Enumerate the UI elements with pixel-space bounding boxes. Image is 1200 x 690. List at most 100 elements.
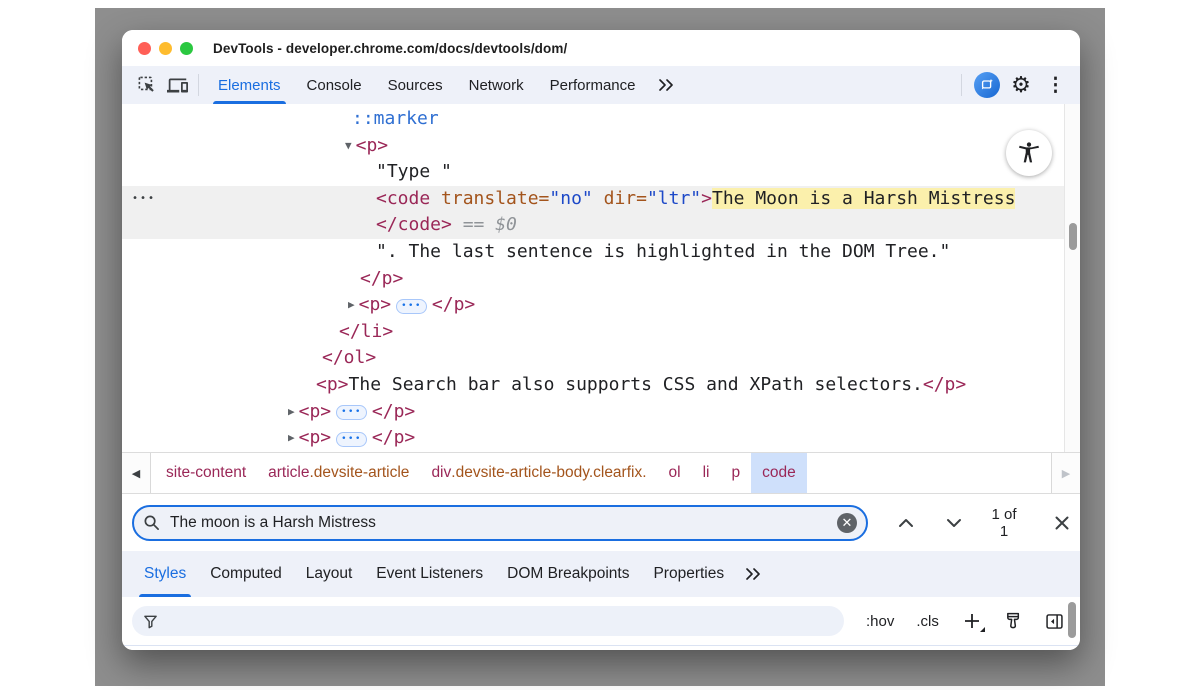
settings-button[interactable]: ⚙ xyxy=(1006,70,1036,100)
code-segment-val: "ltr" xyxy=(647,188,701,209)
close-button[interactable] xyxy=(138,42,151,55)
dom-tree-row[interactable]: •••<code translate="no" dir="ltr">The Mo… xyxy=(122,186,1065,213)
elements-dom-tree: ::marker▼<p>"Type "•••<code translate="n… xyxy=(122,104,1080,452)
breadcrumb-scroll-left-button[interactable]: ◀ xyxy=(122,453,151,493)
tab-network[interactable]: Network xyxy=(456,66,537,104)
overflow-chevron-icon xyxy=(744,567,762,581)
styles-tabs: StylesComputedLayoutEvent ListenersDOM B… xyxy=(132,551,736,597)
ai-assistant-button[interactable] xyxy=(972,70,1002,100)
minimize-button[interactable] xyxy=(159,42,172,55)
code-segment-dimi: $0 xyxy=(495,214,517,235)
breadcrumb-item[interactable]: p xyxy=(721,453,752,493)
clear-search-button[interactable]: ✕ xyxy=(837,513,857,533)
rendering-emulation-button[interactable] xyxy=(1003,611,1024,632)
code-segment-tag: </p> xyxy=(923,374,966,395)
code-segment-tri[interactable]: ▶ xyxy=(348,298,359,311)
search-field[interactable]: ✕ xyxy=(132,505,868,541)
code-segment-tri[interactable]: ▶ xyxy=(288,431,299,444)
device-toolbar-button[interactable] xyxy=(162,70,192,100)
dom-tree-row[interactable]: "Type " xyxy=(122,159,1065,186)
breadcrumb-item[interactable]: site-content xyxy=(155,453,257,493)
code-segment-tag: <p> xyxy=(299,401,332,422)
dom-tree-row[interactable]: ::marker xyxy=(122,106,1065,133)
dom-tree-row[interactable]: ". The last sentence is highlighted in t… xyxy=(122,239,1065,266)
chevron-right-icon: ▶ xyxy=(1062,467,1070,480)
inspect-button[interactable] xyxy=(132,70,162,100)
tab-sources[interactable]: Sources xyxy=(375,66,456,104)
chevron-up-icon xyxy=(898,518,914,528)
clear-icon: ✕ xyxy=(842,516,853,529)
inspect-icon xyxy=(137,75,158,96)
toolbar-divider xyxy=(198,74,199,96)
tab-event-listeners[interactable]: Event Listeners xyxy=(364,551,495,597)
new-style-rule-button[interactable] xyxy=(961,610,983,632)
tab-dom-breakpoints[interactable]: DOM Breakpoints xyxy=(495,551,641,597)
dom-tree-row[interactable]: ▶<p> ••• </p> xyxy=(122,399,1065,426)
dom-tree-row[interactable]: </li> xyxy=(122,319,1065,346)
tab-properties[interactable]: Properties xyxy=(641,551,736,597)
code-segment-tag: </li> xyxy=(339,321,393,342)
more-panels-button[interactable] xyxy=(649,78,683,92)
tab-console[interactable]: Console xyxy=(294,66,375,104)
close-search-button[interactable] xyxy=(1054,515,1070,531)
previous-match-button[interactable] xyxy=(898,518,914,528)
styles-filter-bar: :hov .cls xyxy=(122,597,1080,646)
breadcrumb-item[interactable]: article.devsite-article xyxy=(257,453,420,493)
tab-elements[interactable]: Elements xyxy=(205,66,294,104)
dom-tree-row[interactable]: </code> == $0 xyxy=(122,212,1065,239)
dom-tree-row[interactable]: ▶<p> ••• </p> xyxy=(122,292,1065,319)
dom-tree-row[interactable]: </ol> xyxy=(122,345,1065,372)
code-segment-tag: </p> xyxy=(432,294,475,315)
styles-filter-input[interactable] xyxy=(166,612,833,631)
accessibility-icon xyxy=(1016,140,1042,166)
expand-children-button[interactable]: ••• xyxy=(336,432,367,447)
dom-scrollbar-thumb[interactable] xyxy=(1069,223,1077,250)
breadcrumb: site-contentarticle.devsite-articlediv.d… xyxy=(151,453,1051,493)
styles-filter-field[interactable] xyxy=(132,606,844,636)
search-input[interactable] xyxy=(168,513,837,533)
breadcrumb-item[interactable]: code xyxy=(751,453,807,493)
toggle-element-state-button[interactable]: :hov xyxy=(866,613,894,630)
more-options-button[interactable]: ⋮ xyxy=(1040,70,1070,100)
tab-layout[interactable]: Layout xyxy=(294,551,365,597)
dom-tree-row[interactable]: ▼<p> xyxy=(122,133,1065,160)
code-segment-attr: translate= xyxy=(430,188,549,209)
code-segment-tri[interactable]: ▶ xyxy=(288,405,299,418)
next-match-button[interactable] xyxy=(946,518,962,528)
crumb-part: .devsite-article-body.clearfix. xyxy=(451,464,646,482)
breadcrumb-item[interactable]: ol xyxy=(658,453,692,493)
dom-search-bar: ✕ 1 of 1 xyxy=(122,494,1080,551)
dom-scrollbar[interactable] xyxy=(1064,104,1080,452)
close-icon xyxy=(1054,515,1070,531)
plus-icon xyxy=(963,612,981,630)
ai-assistant-icon xyxy=(974,72,1000,98)
accessibility-floating-button[interactable] xyxy=(1006,130,1052,176)
row-actions-ellipsis[interactable]: ••• xyxy=(132,186,156,213)
code-segment-tag: <p> xyxy=(359,294,392,315)
tab-computed[interactable]: Computed xyxy=(198,551,294,597)
code-segment-tag: </ol> xyxy=(322,347,376,368)
expand-children-button[interactable]: ••• xyxy=(396,299,427,314)
expand-children-button[interactable]: ••• xyxy=(336,405,367,420)
code-segment-tag: </p> xyxy=(360,268,403,289)
search-icon xyxy=(143,514,160,531)
code-segment-tag: </p> xyxy=(372,401,415,422)
breadcrumb-item[interactable]: div.devsite-article-body.clearfix. xyxy=(420,453,657,493)
dom-tree-row[interactable]: </p> xyxy=(122,266,1065,293)
tab-performance[interactable]: Performance xyxy=(537,66,649,104)
tab-styles[interactable]: Styles xyxy=(132,551,198,597)
window-title: DevTools - developer.chrome.com/docs/dev… xyxy=(213,41,567,56)
pane-scrollbar-thumb[interactable] xyxy=(1068,602,1076,638)
element-classes-button[interactable]: .cls xyxy=(916,613,939,630)
more-styles-tabs-button[interactable] xyxy=(736,551,770,597)
code-segment-tri[interactable]: ▼ xyxy=(345,139,356,152)
crumb-part: div xyxy=(431,464,451,482)
dom-tree-row[interactable]: ▶<p>•••</p> xyxy=(122,425,1065,452)
window-controls xyxy=(138,42,193,55)
breadcrumb-item[interactable]: li xyxy=(692,453,721,493)
breadcrumb-scroll-right-button[interactable]: ▶ xyxy=(1051,453,1080,493)
toggle-sidebar-button[interactable] xyxy=(1044,611,1065,632)
dom-tree-row[interactable]: <p>The Search bar also supports CSS and … xyxy=(122,372,1065,399)
chevron-down-icon xyxy=(946,518,962,528)
maximize-button[interactable] xyxy=(180,42,193,55)
